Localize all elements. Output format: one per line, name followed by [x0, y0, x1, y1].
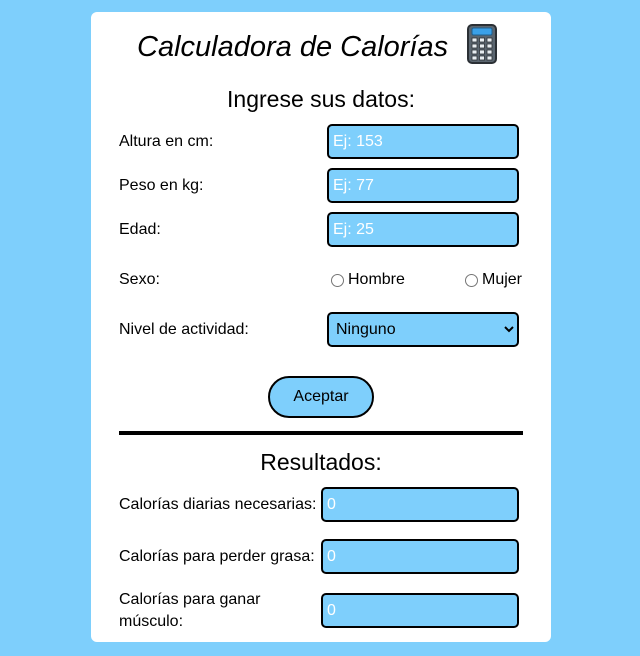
section-divider: [119, 431, 523, 435]
lose-fat-label: Calorías para perder grasa:: [119, 548, 315, 565]
calculator-icon: [467, 24, 497, 64]
age-label: Edad:: [119, 221, 161, 238]
gain-muscle-label: Calorías para ganar músculo:: [119, 589, 260, 633]
sex-label: Sexo:: [119, 271, 160, 288]
title-row: Calculadora de Calorías: [91, 24, 551, 72]
female-radio[interactable]: [465, 274, 478, 287]
weight-label: Peso en kg:: [119, 177, 204, 194]
daily-calories-output[interactable]: [321, 487, 519, 522]
gain-muscle-label-line1: Calorías para ganar: [119, 591, 261, 608]
gain-muscle-label-line2: músculo:: [119, 613, 184, 630]
activity-select[interactable]: Ninguno: [327, 312, 519, 347]
calculator-card: Calculadora de Calorías Ingrese sus dato…: [91, 12, 551, 642]
male-radio[interactable]: [331, 274, 344, 287]
daily-calories-label: Calorías diarias necesarias:: [119, 496, 317, 513]
height-input[interactable]: [327, 124, 519, 159]
female-radio-label: Mujer: [482, 271, 523, 288]
page-title: Calculadora de Calorías: [137, 31, 449, 63]
accept-button[interactable]: Aceptar: [268, 376, 374, 418]
weight-input[interactable]: [327, 168, 519, 203]
results-heading: Resultados:: [260, 449, 382, 475]
activity-label: Nivel de actividad:: [119, 321, 249, 338]
male-radio-label: Hombre: [348, 271, 405, 288]
gain-muscle-output[interactable]: [321, 593, 519, 628]
age-input[interactable]: [327, 212, 519, 247]
form-heading: Ingrese sus datos:: [227, 86, 415, 112]
height-label: Altura en cm:: [119, 133, 214, 150]
lose-fat-output[interactable]: [321, 539, 519, 574]
